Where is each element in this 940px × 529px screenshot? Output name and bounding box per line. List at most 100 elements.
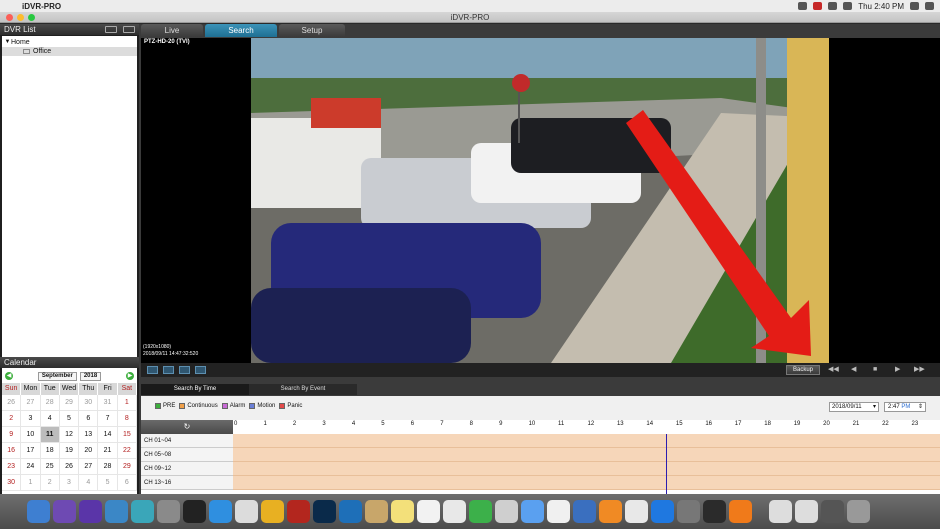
reminders-icon[interactable] [417, 500, 440, 523]
wifi-icon[interactable] [828, 2, 838, 10]
channel-group-label[interactable]: CH 05~08 [141, 448, 233, 462]
calendar-day[interactable]: 29 [59, 395, 80, 411]
calendar-day[interactable]: 17 [21, 443, 41, 459]
safari-icon[interactable] [209, 500, 232, 523]
legend-item[interactable]: Alarm [221, 403, 245, 409]
calendar-day[interactable]: 10 [21, 427, 41, 443]
calendar-day[interactable]: 25 [40, 459, 60, 475]
channel-recording-track[interactable] [233, 476, 940, 490]
trash-icon[interactable] [847, 500, 870, 523]
ibooks-icon[interactable] [599, 500, 622, 523]
month-select[interactable]: September [37, 371, 77, 381]
idvr-pro-icon[interactable] [703, 500, 726, 523]
apple-icon[interactable] [6, 2, 14, 11]
launchpad-icon[interactable] [157, 500, 180, 523]
calendar-day[interactable]: 8 [117, 411, 137, 427]
downloads-folder-icon[interactable] [795, 500, 818, 523]
preview-icon[interactable] [235, 500, 258, 523]
calendar-day[interactable]: 21 [98, 443, 118, 459]
cloud-icon[interactable] [798, 2, 808, 10]
calendar-day[interactable]: 23 [2, 459, 22, 475]
facetime-icon[interactable] [469, 500, 492, 523]
backup-button[interactable]: Backup [786, 365, 820, 375]
calendar-day[interactable]: 14 [98, 427, 118, 443]
chrome-icon[interactable] [261, 500, 284, 523]
expand-toggle-icon[interactable]: ▼ [4, 38, 11, 47]
tree-item-office[interactable]: Office [2, 47, 137, 56]
tree-item-home[interactable]: ▼ Home [2, 38, 137, 47]
tab-live[interactable]: Live [141, 24, 203, 37]
calendar-day[interactable]: 11 [40, 427, 60, 443]
calendar-day[interactable]: 20 [79, 443, 99, 459]
arduino-icon[interactable] [131, 500, 154, 523]
spotlight-search-icon[interactable] [910, 2, 919, 10]
calendar-day[interactable]: 30 [2, 475, 22, 491]
search-time-field[interactable]: 2:47 PM ⇕ [884, 402, 926, 412]
calendar-day[interactable]: 5 [98, 475, 118, 491]
fast-rewind-icon[interactable]: ◀◀ [828, 365, 839, 374]
calendar-day[interactable]: 2 [2, 411, 22, 427]
textedit-icon[interactable] [495, 500, 518, 523]
legend-item[interactable]: Continuous [179, 403, 218, 409]
s-app-icon[interactable] [105, 500, 128, 523]
channel-group-label[interactable]: CH 13~16 [141, 476, 233, 490]
photoshop-icon[interactable] [313, 500, 336, 523]
calendar-day[interactable]: 6 [117, 475, 137, 491]
dvr-list-edit-icon[interactable] [123, 26, 135, 33]
calendar-day[interactable]: 28 [40, 395, 60, 411]
calendar-day[interactable]: 27 [79, 459, 99, 475]
calendar-day[interactable]: 3 [59, 475, 80, 491]
channel-group-label[interactable]: CH 01~04 [141, 434, 233, 448]
keynote-icon[interactable] [573, 500, 596, 523]
finder-icon[interactable] [27, 500, 50, 523]
tab-search-by-time[interactable]: Search By Time [141, 384, 249, 395]
menubar-app-name[interactable]: iDVR-PRO [22, 2, 61, 11]
next-month-icon[interactable]: ▶ [126, 372, 134, 380]
year-select[interactable]: 2018 [79, 371, 102, 381]
calendar-day[interactable]: 2 [40, 475, 60, 491]
calendar-day[interactable]: 24 [21, 459, 41, 475]
calendar-day[interactable]: 31 [98, 395, 118, 411]
legend-item[interactable]: Panic [279, 403, 302, 409]
system-preferences-icon[interactable] [677, 500, 700, 523]
zoom-window-button[interactable] [28, 13, 35, 21]
chevron-down-icon[interactable]: ▾ [873, 403, 876, 411]
calendar-day[interactable]: 22 [117, 443, 137, 459]
layout-16-icon[interactable] [195, 366, 206, 374]
rewind-icon[interactable]: ◀ [851, 365, 856, 374]
calendar-day[interactable]: 7 [98, 411, 118, 427]
fast-forward-icon[interactable]: ▶▶ [914, 365, 925, 374]
itunes-icon[interactable] [625, 500, 648, 523]
video-viewport[interactable]: PTZ-HD-20 (TVI) (1920x1080) 2018/09/11 1… [141, 38, 940, 363]
search-date-field[interactable]: 2018/09/11 ▾ [829, 402, 879, 412]
layout-4-icon[interactable] [163, 366, 174, 374]
legend-item[interactable]: Motion [249, 403, 275, 409]
refresh-icon[interactable]: ↻ [141, 420, 233, 434]
play-icon[interactable]: ▶ [895, 365, 900, 374]
terminal-icon[interactable] [183, 500, 206, 523]
tab-search-by-event[interactable]: Search By Event [249, 384, 357, 395]
siri-icon[interactable] [53, 500, 76, 523]
calendar-day[interactable]: 13 [79, 427, 99, 443]
notes-icon[interactable] [391, 500, 414, 523]
tab-search[interactable]: Search [205, 24, 277, 37]
calendar-day[interactable]: 4 [40, 411, 60, 427]
channel-recording-track[interactable] [233, 462, 940, 476]
numbers-icon[interactable] [547, 500, 570, 523]
podcast-app-icon[interactable] [79, 500, 102, 523]
vscode-icon[interactable] [339, 500, 362, 523]
close-window-button[interactable] [6, 13, 13, 21]
legend-checkbox[interactable] [179, 403, 186, 409]
calendar-day[interactable]: 29 [117, 459, 137, 475]
calendar-day[interactable]: 5 [59, 411, 80, 427]
channel-group-label[interactable]: CH 09~12 [141, 462, 233, 476]
contacts-icon[interactable] [365, 500, 388, 523]
status-s-icon[interactable] [813, 2, 823, 10]
calendar-day[interactable]: 26 [59, 459, 80, 475]
app-store-icon[interactable] [651, 500, 674, 523]
calendar-day[interactable]: 27 [21, 395, 41, 411]
calendar-day[interactable]: 4 [79, 475, 99, 491]
vlc-icon[interactable] [729, 500, 752, 523]
calendar-day[interactable]: 9 [2, 427, 22, 443]
menubar-clock[interactable]: Thu 2:40 PM [858, 2, 904, 11]
